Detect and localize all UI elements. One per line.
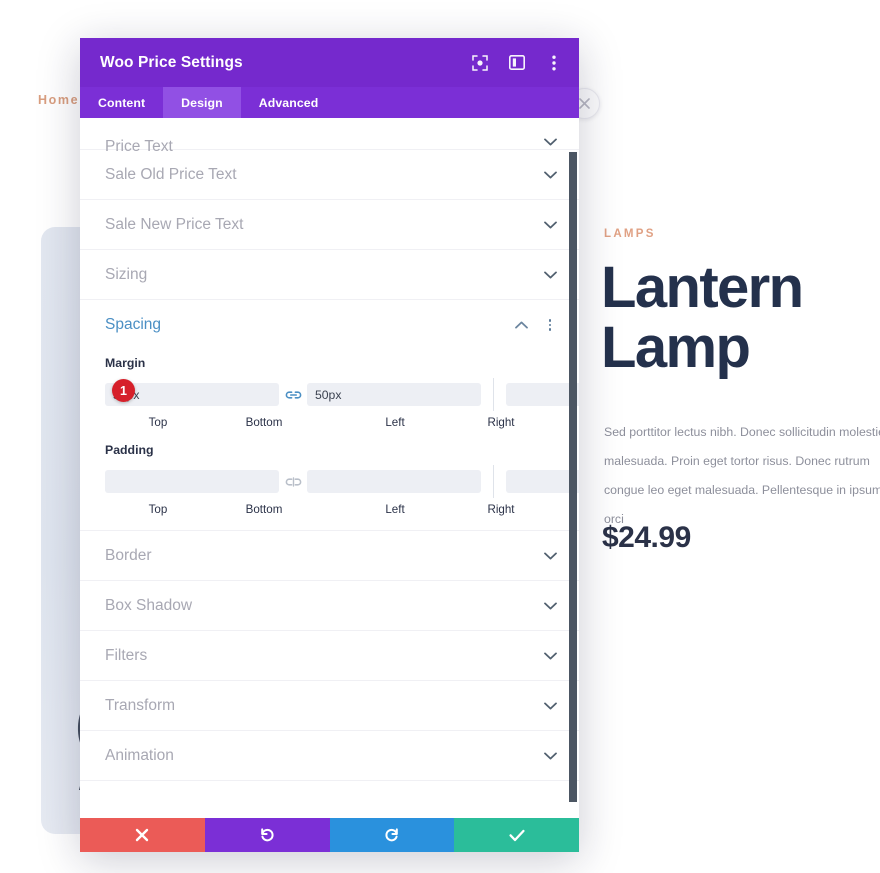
focus-target-icon[interactable] (471, 54, 489, 72)
chevron-down-icon (543, 135, 557, 149)
product-category: LAMPS (604, 228, 656, 240)
section-label: Animation (105, 746, 174, 764)
margin-left-label: Left (385, 416, 405, 429)
margin-right-label: Right (487, 416, 515, 429)
padding-label: Padding (105, 443, 154, 457)
padding-inputs-row (105, 465, 579, 498)
modal-header: Woo Price Settings (80, 38, 579, 87)
cancel-button[interactable] (80, 818, 205, 852)
margin-group: Margin 1 50px 50px Top Bottom Left Right (80, 356, 579, 429)
section-label: Sizing (105, 265, 148, 283)
chevron-down-icon (543, 649, 557, 663)
chevron-up-icon[interactable] (514, 318, 528, 332)
undo-icon (261, 828, 274, 842)
modal-title: Woo Price Settings (100, 53, 243, 71)
padding-labels: Top Bottom Left Right (105, 503, 554, 516)
step-badge-1: 1 (112, 379, 135, 402)
product-description: Sed porttitor lectus nibh. Donec sollici… (604, 425, 880, 526)
divider (493, 465, 494, 498)
layout-panel-icon[interactable] (508, 54, 526, 72)
section-spacing-header[interactable]: Spacing (80, 300, 579, 350)
screen: Home LAMPS Lantern Lamp Sed porttitor le… (0, 0, 880, 873)
chevron-down-icon (543, 168, 557, 182)
section-label: Box Shadow (105, 596, 193, 614)
padding-group: Padding Top Bottom Left Right (80, 443, 579, 516)
margin-labels: Top Bottom Left Right (105, 416, 554, 429)
tab-advanced[interactable]: Advanced (241, 87, 337, 118)
section-label: Price Text (105, 138, 173, 155)
chevron-down-icon (543, 268, 557, 282)
section-filters[interactable]: Filters (80, 631, 579, 681)
broken-link-icon[interactable] (279, 473, 307, 491)
padding-top-input[interactable] (105, 470, 279, 493)
margin-top-label: Top (148, 416, 168, 429)
section-sale-old-price-text[interactable]: Sale Old Price Text (80, 150, 579, 200)
section-label: Transform (105, 696, 176, 714)
padding-top-label: Top (148, 503, 168, 516)
padding-top-bottom (105, 470, 481, 493)
section-price-text[interactable]: Price Text (80, 118, 579, 155)
product-price: $24.99 (602, 521, 691, 554)
woo-price-settings-modal: Woo Price Settings Content Design Advanc… (80, 38, 579, 852)
chevron-down-icon (543, 599, 557, 613)
settings-scrollbar[interactable] (569, 118, 578, 818)
section-sizing[interactable]: Sizing (80, 250, 579, 300)
check-icon (509, 829, 525, 841)
product-title: Lantern Lamp (601, 255, 804, 380)
padding-left-label: Left (385, 503, 405, 516)
modal-tabs: Content Design Advanced (80, 87, 579, 118)
divider (493, 378, 494, 411)
modal-footer (80, 818, 579, 852)
more-vertical-icon[interactable] (545, 54, 563, 72)
margin-label: Margin (105, 356, 146, 370)
section-label: Sale New Price Text (105, 215, 244, 233)
section-transform[interactable]: Transform (80, 681, 579, 731)
undo-button[interactable] (204, 818, 330, 852)
chevron-down-icon (543, 749, 557, 763)
tab-content[interactable]: Content (80, 87, 163, 118)
redo-icon (385, 828, 398, 842)
section-label: Sale Old Price Text (105, 165, 237, 183)
redo-button[interactable] (329, 818, 455, 852)
margin-bottom-input[interactable] (307, 383, 481, 406)
padding-bottom-input[interactable] (307, 470, 481, 493)
close-icon (136, 828, 149, 842)
chevron-down-icon (543, 699, 557, 713)
margin-top-bottom (105, 383, 481, 406)
settings-scroll-area: Price Text Sale Old Price Text Sale New … (80, 118, 579, 818)
chevron-down-icon (543, 549, 557, 563)
padding-right-label: Right (487, 503, 515, 516)
padding-bottom-label: Bottom (245, 503, 283, 516)
tab-design[interactable]: Design (163, 87, 241, 118)
section-box-shadow[interactable]: Box Shadow (80, 581, 579, 631)
modal-header-actions (471, 54, 563, 72)
margin-bottom-label: Bottom (245, 416, 283, 429)
breadcrumb[interactable]: Home (38, 93, 79, 107)
scrollbar-thumb[interactable] (569, 152, 577, 802)
section-label: Spacing (105, 316, 162, 333)
section-sale-new-price-text[interactable]: Sale New Price Text (80, 200, 579, 250)
chevron-down-icon (543, 218, 557, 232)
modal-body: Price Text Sale Old Price Text Sale New … (80, 118, 579, 818)
link-icon[interactable] (279, 386, 307, 404)
section-label: Border (105, 546, 152, 564)
margin-inputs-row: 1 (105, 378, 579, 411)
section-animation[interactable]: Animation (80, 731, 579, 781)
more-vertical-icon[interactable] (543, 317, 557, 333)
section-spacing: Spacing Margin 1 50px 50px Top Bottom Le… (80, 300, 579, 531)
section-border[interactable]: Border (80, 531, 579, 581)
section-label: Filters (105, 646, 148, 664)
save-button[interactable] (454, 818, 579, 852)
